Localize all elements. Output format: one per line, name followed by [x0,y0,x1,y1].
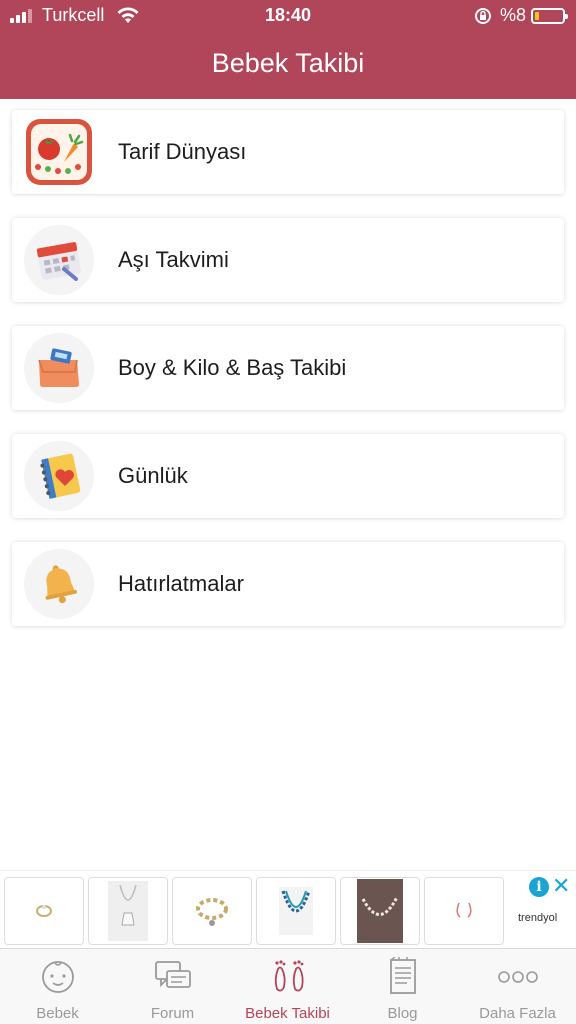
tab-label: Bebek [36,1005,79,1022]
bell-icon [24,549,94,619]
battery-percent: %8 [500,5,527,25]
diary-icon [24,441,94,511]
scale-icon [24,333,94,403]
chat-bubbles-icon [155,961,191,988]
tab-bebek-takibi[interactable]: Bebek Takibi [230,949,345,1024]
ad-product-bracelet[interactable] [172,877,252,945]
menu-item-label: Tarif Dünyası [118,139,247,164]
menu-item-diary[interactable]: Günlük [12,434,564,518]
menu-item-label: Boy & Kilo & Baş Takibi [118,355,347,380]
menu-item-label: Günlük [118,463,188,488]
status-bar: Turkcell 18:40 %8 [0,0,576,32]
info-icon[interactable]: i [529,877,549,897]
close-icon[interactable]: ✕ [552,875,570,897]
tab-blog[interactable]: Blog [345,949,460,1024]
ad-product-necklace[interactable] [88,877,168,945]
menu-item-reminders[interactable]: Hatırlatmalar [12,542,564,626]
ad-banner[interactable]: i ✕ [0,870,576,948]
footprints-icon [274,960,304,992]
tab-label: Forum [150,1005,195,1022]
menu-item-label: Aşı Takvimi [118,247,229,272]
tab-label: Blog [387,1005,418,1022]
baby-face-icon [42,961,74,993]
menu-item-growth-tracking[interactable]: Boy & Kilo & Baş Takibi [12,326,564,410]
battery-icon [531,8,568,24]
ad-product-jewelry-photo[interactable] [340,877,420,945]
more-dots-icon [498,971,538,983]
ad-product-ring[interactable] [4,877,84,945]
tab-more[interactable]: Daha Fazla [460,949,575,1024]
menu-list: Tarif Dünyası Aşı Takvimi Boy & Kilo & B… [12,110,564,650]
tab-label: Daha Fazla [479,1005,556,1022]
menu-item-recipes[interactable]: Tarif Dünyası [12,110,564,194]
tab-label: Bebek Takibi [245,1005,330,1022]
rotation-lock-icon [475,8,491,24]
ad-product-earrings[interactable] [424,877,504,945]
tab-forum[interactable]: Forum [115,949,230,1024]
calendar-icon [24,225,94,295]
page-title: Bebek Takibi [211,48,365,78]
tab-bebek[interactable]: Bebek [0,949,115,1024]
recipe-icon [24,117,94,187]
app-header: Turkcell 18:40 %8 Bebek Takibi [0,0,576,99]
ad-product-beaded-necklace[interactable] [256,877,336,945]
menu-item-label: Hatırlatmalar [118,571,244,596]
document-icon [390,957,416,994]
menu-item-vaccine-calendar[interactable]: Aşı Takvimi [12,218,564,302]
ad-brand-logo: trendyol [518,912,558,924]
tab-bar: Bebek Forum Bebek Takibi Blog Daha Fazla [0,948,576,1024]
